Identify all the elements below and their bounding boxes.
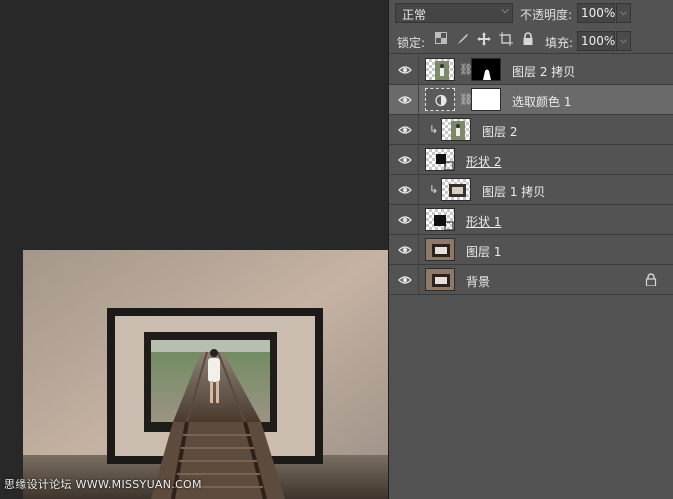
lock-label: 锁定: [397,36,426,50]
fill-input[interactable]: 100% [577,31,615,51]
layer-row[interactable]: ↳ 图层 1 拷贝 [389,175,673,205]
watermark-text: 思缘设计论坛 WWW.MISSYUAN.COM [4,478,202,491]
clipping-mask-icon: ↳ [429,183,439,196]
layer-name[interactable]: 形状 1 [466,213,501,230]
layer-mask-thumbnail[interactable] [471,58,501,81]
chevron-down-icon: ⌵ [501,5,509,16]
layer-row[interactable]: 背景 [389,265,673,295]
layer-name[interactable]: 形状 2 [466,153,501,170]
document-image[interactable] [23,250,388,499]
eye-icon[interactable] [398,63,412,77]
layer-thumbnail[interactable] [441,178,471,201]
layer-row[interactable]: 形状 2 [389,145,673,175]
lock-position-icon[interactable] [476,32,492,48]
eye-icon[interactable] [398,183,412,197]
shape-layer-thumbnail[interactable] [425,148,455,171]
layer-thumbnail[interactable] [425,58,455,81]
blend-mode-select[interactable]: 正常 ⌵ [395,3,513,23]
eye-icon[interactable] [398,213,412,227]
composite-photo [23,250,388,499]
layer-thumbnail[interactable] [441,118,471,141]
shape-layer-thumbnail[interactable] [425,208,455,231]
layer-name[interactable]: 背景 [466,273,490,290]
layer-name[interactable]: 图层 2 拷贝 [512,63,575,80]
eye-icon[interactable] [398,123,412,137]
layer-mask-thumbnail[interactable] [471,88,501,111]
layer-list: ⛓ 图层 2 拷贝 ⛓ 选取颜色 1 ↳ 图层 2 形状 2 ↳ 图层 1 拷贝… [389,55,673,295]
opacity-dropdown-chevron-icon[interactable]: ⌵ [616,3,631,23]
document-canvas[interactable]: 思缘设计论坛 WWW.MISSYUAN.COM [0,0,388,499]
divider [418,205,419,235]
eye-icon[interactable] [398,243,412,257]
eye-icon[interactable] [398,273,412,287]
divider [418,265,419,295]
fill-dropdown-chevron-icon[interactable]: ⌵ [616,31,631,51]
layer-row[interactable]: 形状 1 [389,205,673,235]
divider [418,115,419,145]
blend-mode-value: 正常 [402,8,427,22]
layer-name[interactable]: 图层 2 [482,123,517,140]
clipping-mask-icon: ↳ [429,123,439,136]
opacity-label: 不透明度: [520,8,573,22]
layers-panel: 正常 ⌵ 不透明度: 100% ⌵ 锁定: 填充: 100% ⌵ ⛓ 图层 2 … [388,0,673,499]
adjustment-layer-icon[interactable] [425,88,455,111]
lock-image-pixels-icon[interactable] [455,32,471,48]
divider [418,145,419,175]
layer-name[interactable]: 图层 1 [466,243,501,260]
layer-row[interactable]: 图层 1 [389,235,673,265]
divider [418,235,419,265]
lock-artboard-icon[interactable] [498,32,514,48]
layer-row-selected[interactable]: ⛓ 选取颜色 1 [389,85,673,115]
layer-name[interactable]: 选取颜色 1 [512,93,571,110]
layer-row[interactable]: ⛓ 图层 2 拷贝 [389,55,673,85]
opacity-input[interactable]: 100% [577,3,615,23]
lock-all-icon[interactable] [520,32,536,48]
layers-options-bar: 正常 ⌵ 不透明度: 100% ⌵ 锁定: 填充: 100% ⌵ [389,0,673,54]
divider [418,85,419,115]
divider [418,175,419,205]
layer-row[interactable]: ↳ 图层 2 [389,115,673,145]
layer-thumbnail[interactable] [425,268,455,291]
layer-name[interactable]: 图层 1 拷贝 [482,183,545,200]
lock-icon [645,273,657,286]
lock-transparent-pixels-icon[interactable] [433,32,449,48]
eye-icon[interactable] [398,93,412,107]
fill-label: 填充: [545,36,574,50]
layer-thumbnail[interactable] [425,238,455,261]
eye-icon[interactable] [398,153,412,167]
divider [418,55,419,85]
